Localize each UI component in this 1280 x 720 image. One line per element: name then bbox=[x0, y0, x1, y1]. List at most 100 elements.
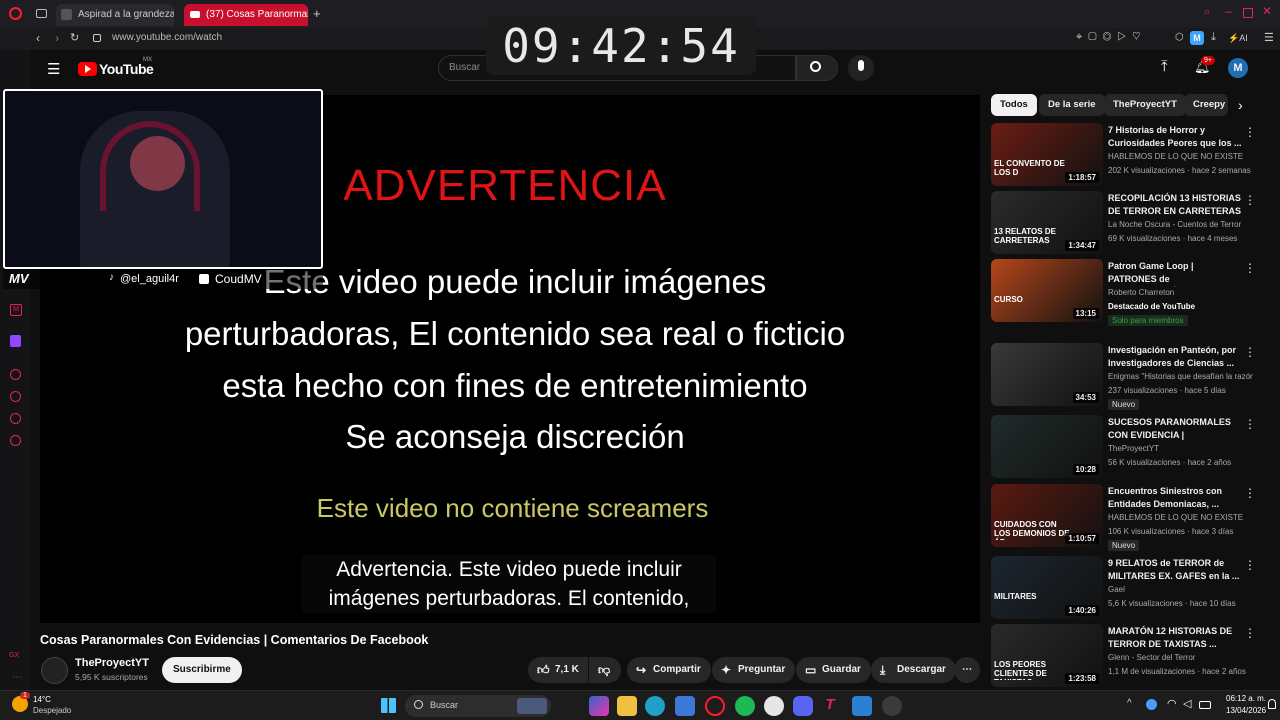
tray-chevron-icon[interactable]: ^ bbox=[1127, 698, 1132, 709]
notification-bell-icon[interactable] bbox=[1268, 699, 1276, 709]
player-icon[interactable] bbox=[10, 369, 21, 380]
search-button[interactable] bbox=[796, 55, 838, 81]
like-button[interactable]: 👍︎ 7,1 K bbox=[528, 657, 588, 683]
clock-time[interactable]: 06:12 a. m. bbox=[1226, 694, 1266, 703]
maximize-icon[interactable] bbox=[1243, 8, 1253, 18]
video-thumbnail[interactable]: 13 RELATOS DE CARRETERAS 1:34:47 bbox=[991, 191, 1103, 254]
tab-active[interactable]: (37) Cosas Paranormales bbox=[184, 4, 308, 26]
obs-icon[interactable] bbox=[882, 696, 902, 716]
reload-icon[interactable]: ↻ bbox=[70, 31, 79, 44]
download-icon[interactable]: ⤓ bbox=[1211, 31, 1216, 44]
url-field[interactable]: www.youtube.com/watch bbox=[112, 32, 222, 43]
avatar[interactable]: M bbox=[1228, 58, 1248, 78]
recommendation-item[interactable]: LOS PEORES CLIENTES DE TAXISTAS 1:23:58 MA… bbox=[991, 624, 1256, 690]
mv-sidebar-icon[interactable]: M bbox=[10, 304, 22, 316]
recommendation-item[interactable]: MILITARES 1:40:26 9 RELATOS de TERROR de M… bbox=[991, 556, 1256, 622]
screenshot-icon[interactable]: ▢ bbox=[1088, 31, 1102, 43]
recommendation-title[interactable]: MARATÓN 12 HISTORIAS DE TERROR DE TAXIST… bbox=[1108, 625, 1243, 651]
recommendation-channel[interactable]: HABLEMOS DE LO QUE NO EXISTE bbox=[1108, 513, 1253, 522]
battery-icon[interactable] bbox=[1199, 701, 1211, 709]
store-icon[interactable] bbox=[675, 696, 695, 716]
new-tab-icon[interactable]: + bbox=[313, 6, 321, 21]
forward-icon[interactable]: › bbox=[55, 31, 59, 45]
tab-overview-icon[interactable] bbox=[36, 9, 47, 18]
more-options-icon[interactable]: ⋮ bbox=[1244, 261, 1256, 275]
channel-name[interactable]: TheProyectYT bbox=[75, 657, 149, 669]
taskbar-search[interactable]: Buscar bbox=[405, 695, 551, 717]
extension-icon[interactable]: ⬡ bbox=[1175, 32, 1184, 43]
chip-creepy[interactable]: Creepy bbox=[1184, 94, 1228, 116]
recommendation-channel[interactable]: Glenn - Sector del Terror bbox=[1108, 653, 1253, 662]
channel-avatar[interactable] bbox=[41, 657, 68, 684]
aria-ai-button[interactable]: ⚡AI bbox=[1228, 33, 1248, 44]
recommendation-title[interactable]: Patron Game Loop | PATRONES de PROGRAMAC… bbox=[1108, 260, 1243, 287]
recommendation-title[interactable]: SUCESOS PARANORMALES CON EVIDENCIA | Com… bbox=[1108, 416, 1243, 443]
taskbar-search-input[interactable]: Buscar bbox=[430, 700, 458, 710]
wifi-icon[interactable]: ◠ bbox=[1167, 697, 1177, 710]
recommendation-title[interactable]: 7 Historias de Horror y Curiosidades Peo… bbox=[1108, 124, 1243, 150]
recommendation-title[interactable]: Investigación en Panteón, por Investigad… bbox=[1108, 344, 1243, 370]
close-icon[interactable]: ✕ bbox=[1262, 4, 1272, 18]
camera-icon[interactable]: ◎ bbox=[1103, 31, 1118, 43]
copilot-icon[interactable] bbox=[589, 696, 609, 716]
pin-icon[interactable]: ⌖ bbox=[1076, 31, 1088, 43]
recommendation-item[interactable]: CUIDADOS CON LOS DEMONIOS DE ÁF1:10:57En… bbox=[991, 484, 1256, 551]
chip-todos[interactable]: Todos bbox=[991, 94, 1037, 116]
spotify-icon[interactable] bbox=[735, 696, 755, 716]
recommendation-channel[interactable]: HABLEMOS DE LO QUE NO EXISTE bbox=[1108, 152, 1253, 161]
discord-icon[interactable] bbox=[793, 696, 813, 716]
chips-next-icon[interactable]: › bbox=[1238, 97, 1243, 113]
save-button[interactable]: ▭ Guardar bbox=[796, 657, 871, 683]
tab-inactive[interactable]: Aspirad a la grandeza en A bbox=[56, 4, 174, 26]
volume-icon[interactable]: ◁ bbox=[1183, 697, 1191, 710]
ask-button[interactable]: ✦ Preguntar bbox=[712, 657, 796, 683]
chip-de-la-serie[interactable]: De la serie bbox=[1039, 94, 1105, 116]
subscribe-button[interactable]: Suscribirme bbox=[162, 657, 242, 683]
search-tabs-icon[interactable]: ⌕ bbox=[1204, 6, 1210, 19]
t-app-icon[interactable]: T bbox=[820, 696, 840, 716]
sidebar-more-icon[interactable]: ⋯ bbox=[12, 672, 22, 683]
more-options-icon[interactable]: ⋮ bbox=[1244, 125, 1256, 139]
video-thumbnail[interactable]: EL CONVENTO DE LOS D 1:18:57 bbox=[991, 123, 1103, 186]
tray-app-icon[interactable] bbox=[1146, 699, 1157, 710]
recommendation-channel[interactable]: TheProyectYT bbox=[1108, 444, 1253, 453]
recommendation-item[interactable]: CURSO 13:15 Patron Game Loop | PATRONES de… bbox=[991, 259, 1256, 326]
sidebar-gx-icon[interactable]: GX bbox=[9, 652, 19, 659]
more-actions-button[interactable]: ⋯ bbox=[954, 657, 980, 683]
recommendation-title[interactable]: Encuentros Siniestros con Entidades Demo… bbox=[1108, 485, 1243, 511]
recommendation-channel[interactable]: La Noche Oscura - Cuentos de Terror bbox=[1108, 220, 1253, 229]
back-icon[interactable]: ‹ bbox=[36, 31, 40, 45]
video-thumbnail[interactable]: CUIDADOS CON LOS DEMONIOS DE ÁF1:10:57 bbox=[991, 484, 1103, 547]
download-button[interactable]: ⤓ Descargar bbox=[871, 657, 956, 683]
video-thumbnail[interactable]: MILITARES 1:40:26 bbox=[991, 556, 1103, 619]
chip-theproyectyt[interactable]: TheProyectYT bbox=[1104, 94, 1186, 116]
video-thumbnail[interactable]: LOS PEORES CLIENTES DE TAXISTAS 1:23:58 bbox=[991, 624, 1103, 687]
recommendation-channel[interactable]: Roberto Charreton bbox=[1108, 288, 1253, 297]
recommendation-item[interactable]: 13 RELATOS DE CARRETERAS 1:34:47 RECOPILAC… bbox=[991, 191, 1256, 257]
monitor-app-icon[interactable] bbox=[852, 696, 872, 716]
video-thumbnail[interactable]: CURSO 13:15 bbox=[991, 259, 1103, 322]
upload-icon[interactable]: ⤒ bbox=[1161, 58, 1168, 75]
minimize-icon[interactable]: – bbox=[1225, 4, 1232, 18]
play-icon[interactable]: ▷ bbox=[1117, 31, 1132, 43]
search-input[interactable]: Buscar bbox=[449, 62, 480, 73]
more-options-icon[interactable]: ⋮ bbox=[1244, 193, 1256, 207]
opera-logo-icon[interactable] bbox=[9, 7, 22, 20]
video-thumbnail[interactable]: 34:53 bbox=[991, 343, 1103, 406]
settings-icon[interactable] bbox=[10, 435, 21, 446]
recommendation-item[interactable]: EL CONVENTO DE LOS D 1:18:57 7 Historias d… bbox=[991, 123, 1256, 189]
opera-gx-icon[interactable] bbox=[705, 696, 725, 716]
video-thumbnail[interactable]: 10:28 bbox=[991, 415, 1103, 478]
pinboard-icon[interactable] bbox=[10, 413, 21, 424]
recommendation-title[interactable]: 9 RELATOS de TERROR de MILITARES EX. GAF… bbox=[1108, 557, 1243, 583]
more-options-icon[interactable]: ⋮ bbox=[1244, 626, 1256, 640]
recommendation-channel[interactable]: Enigmas "Historias que desafían la razón… bbox=[1108, 372, 1253, 381]
recommendation-item[interactable]: 34:53 Investigación en Panteón, por Inves… bbox=[991, 343, 1256, 410]
mv-extension-icon[interactable]: M bbox=[1190, 31, 1204, 45]
easy-setup-icon[interactable]: ☰ bbox=[1264, 31, 1274, 44]
heart-icon[interactable]: ♡ bbox=[1132, 31, 1146, 43]
history-icon[interactable] bbox=[10, 391, 21, 402]
twitch-icon[interactable] bbox=[10, 335, 21, 347]
recommendation-item[interactable]: 10:28 SUCESOS PARANORMALES CON EVIDENCIA … bbox=[991, 415, 1256, 481]
more-options-icon[interactable]: ⋮ bbox=[1244, 345, 1256, 359]
